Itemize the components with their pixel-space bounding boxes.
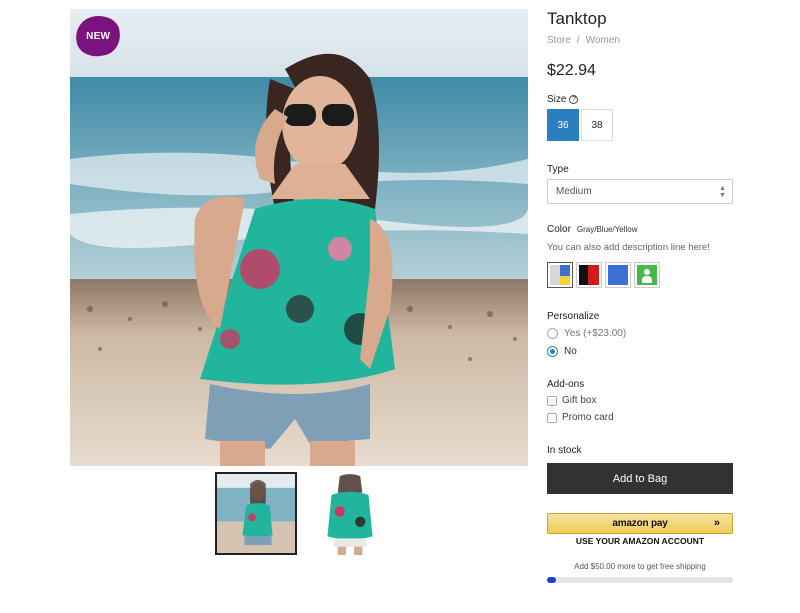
breadcrumb-store[interactable]: Store	[547, 35, 571, 46]
checkbox-promo-card[interactable]	[547, 412, 557, 423]
thumbnail-back[interactable]	[309, 472, 391, 555]
breadcrumb: Store / Women	[547, 35, 620, 46]
thumbnail-front[interactable]	[215, 472, 297, 555]
help-icon[interactable]: ?	[569, 95, 579, 104]
radio-yes[interactable]	[547, 328, 558, 339]
personalize-label: Personalize	[547, 311, 600, 322]
add-to-bag-button[interactable]: Add to Bag	[547, 463, 733, 494]
addon-promo-card[interactable]: Promo card	[547, 412, 614, 423]
amazon-pay-logo: amazon pay	[612, 518, 668, 529]
double-chevron-icon: »	[713, 517, 720, 529]
free-shipping-progress-fill	[547, 577, 557, 583]
color-label: Color Gray/Blue/Yellow	[547, 224, 638, 235]
breadcrumb-separator: /	[576, 35, 580, 46]
type-select[interactable]: Medium ▲ ▼	[547, 179, 733, 204]
type-select-value: Medium	[556, 186, 592, 197]
size-option-38[interactable]: 38	[581, 109, 613, 141]
personalize-option-no[interactable]: No	[547, 346, 577, 357]
addons-label: Add-ons	[547, 379, 585, 390]
product-title: Tanktop	[547, 9, 607, 28]
amazon-pay-button[interactable]: amazon pay »	[547, 513, 733, 534]
size-option-36[interactable]: 36	[547, 109, 579, 141]
select-arrows-icon: ▲ ▼	[719, 185, 726, 199]
color-selected-value: Gray/Blue/Yellow	[576, 225, 638, 234]
color-description: You can also add description line here!	[547, 242, 710, 253]
type-label: Type	[547, 164, 569, 175]
color-swatch-green-figure[interactable]	[634, 262, 660, 288]
stock-status: In stock	[547, 445, 582, 456]
addon-gift-box[interactable]: Gift box	[547, 395, 596, 406]
free-shipping-progress	[547, 577, 733, 583]
radio-no[interactable]	[547, 346, 558, 357]
personalize-option-yes[interactable]: Yes (+$23.00)	[547, 328, 626, 339]
product-price: $22.94	[547, 62, 596, 79]
size-label: Size ?	[547, 94, 579, 105]
free-shipping-message: Add $50.00 more to get free shipping	[574, 562, 706, 571]
product-main-image[interactable]	[70, 9, 528, 466]
checkbox-gift-box[interactable]	[547, 395, 557, 406]
breadcrumb-women[interactable]: Women	[586, 35, 620, 46]
color-swatch-gray-blue-yellow[interactable]	[547, 262, 573, 288]
color-swatch-blue[interactable]	[605, 262, 631, 288]
amazon-pay-subtitle: USE YOUR AMAZON ACCOUNT	[575, 536, 705, 546]
color-swatch-black-red[interactable]	[576, 262, 602, 288]
